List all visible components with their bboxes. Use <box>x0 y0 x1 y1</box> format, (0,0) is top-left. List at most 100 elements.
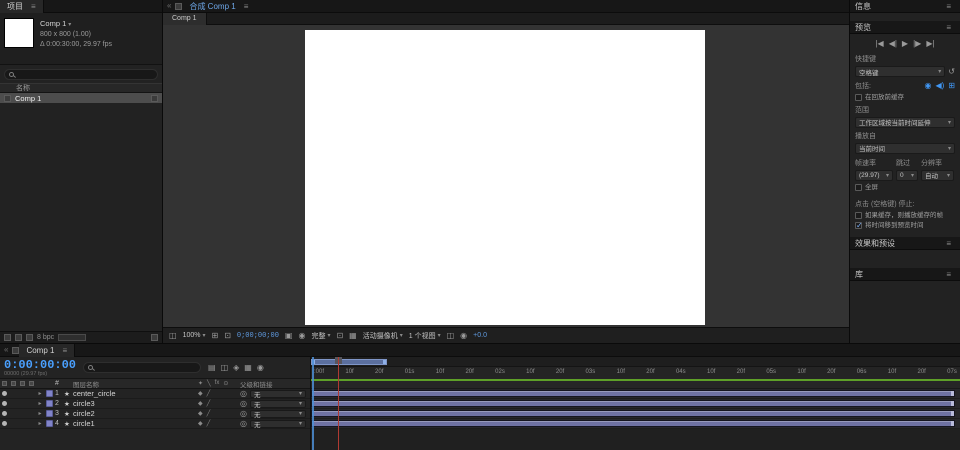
layer-row-center-circle[interactable]: ▸ 1 ★ center_circle ◆ ╱ ◎ 无 ▾ <box>0 389 310 399</box>
layer-bar[interactable] <box>311 400 955 407</box>
project-column-header[interactable]: 名称 <box>0 83 162 93</box>
stop-move-time-checkbox[interactable] <box>855 221 863 230</box>
expander-icon[interactable]: ▸ <box>36 420 44 427</box>
audio-column-icon[interactable] <box>11 381 16 386</box>
include-overlays-icon[interactable]: ⊞ <box>948 82 955 90</box>
project-search-input[interactable] <box>4 69 158 80</box>
pick-whip-icon[interactable]: ◎ <box>240 419 247 428</box>
cache-before-playback-option[interactable]: 在回放前缓存 <box>855 94 955 102</box>
lock-viewer-icon[interactable] <box>175 2 183 10</box>
view-layout-select[interactable]: 1 个视图 ▾ <box>409 331 441 341</box>
layer-row-circle2[interactable]: ▸ 3 ★ circle2 ◆ ╱ ◎ 无 ▾ <box>0 409 310 419</box>
stop-cache-option[interactable]: 如果缓存，则播放缓存的帧 <box>855 211 955 220</box>
solo-column-icon[interactable] <box>20 381 25 386</box>
stop-cache-checkbox[interactable] <box>855 211 862 219</box>
layer-name[interactable]: circle3 <box>73 399 198 408</box>
pick-whip-icon[interactable]: ◎ <box>240 409 247 418</box>
hand-tool-icon[interactable]: ◫ <box>169 331 177 340</box>
parent-select[interactable]: 无 ▾ <box>249 389 306 399</box>
framerate-select[interactable]: (29.97) ▾ <box>855 169 893 181</box>
collapse-toggle[interactable]: ◆ <box>198 410 203 417</box>
work-area-bar[interactable] <box>311 359 387 365</box>
skip-select[interactable]: 0 ▾ <box>896 169 918 181</box>
label-color-chip[interactable] <box>46 420 53 427</box>
reset-shortcut-icon[interactable]: ↺ <box>948 67 955 76</box>
parent-select[interactable]: 无 ▾ <box>249 419 306 429</box>
collapse-toggle[interactable]: ◆ <box>198 390 203 397</box>
pick-whip-icon[interactable]: ◎ <box>240 389 247 398</box>
layer-bar[interactable] <box>311 410 955 417</box>
preview-menu-icon[interactable]: ≡ <box>946 23 951 32</box>
libraries-menu-icon[interactable]: ≡ <box>946 270 951 279</box>
effects-presets-header[interactable]: 效果和预设 ≡ <box>850 237 960 251</box>
play-from-select[interactable]: 当前时间 ▾ <box>855 142 955 154</box>
fullscreen-checkbox[interactable] <box>855 183 862 191</box>
camera-select[interactable]: 活动摄像机 ▾ <box>363 331 403 341</box>
first-frame-button[interactable]: |◀ <box>875 40 883 48</box>
parent-select[interactable]: 无 ▾ <box>249 399 306 409</box>
show-snapshot-icon[interactable]: ◉ <box>298 331 305 340</box>
quality-toggle[interactable]: ╱ <box>207 400 211 407</box>
exposure-value[interactable]: +0.0 <box>473 332 487 339</box>
current-time-display[interactable]: 0:00:00:00 00000 (29.97 fps) <box>4 359 76 377</box>
time-navigator[interactable] <box>311 357 960 367</box>
composition-canvas[interactable] <box>305 30 705 325</box>
region-of-interest-icon[interactable]: ⊡ <box>336 331 343 340</box>
last-frame-button[interactable]: ▶| <box>926 40 934 48</box>
timecode-value[interactable]: 0:00:00:00 <box>4 359 76 371</box>
tab-composition-viewer[interactable]: 合成 Comp 1 ≡ <box>182 0 255 13</box>
quality-toggle[interactable]: ╱ <box>207 390 211 397</box>
timeline-menu-icon[interactable]: ≡ <box>62 346 67 355</box>
parent-select[interactable]: 无 ▾ <box>249 409 306 419</box>
interpret-footage-icon[interactable] <box>4 334 11 341</box>
video-column-icon[interactable] <box>2 381 7 386</box>
collapse-toggle[interactable]: ◆ <box>198 420 203 427</box>
expander-icon[interactable]: ▸ <box>36 410 44 417</box>
layer-row-circle3[interactable]: ▸ 2 ★ circle3 ◆ ╱ ◎ 无 ▾ <box>0 399 310 409</box>
label-color-chip[interactable] <box>46 410 53 417</box>
timeline-tab-comp1[interactable]: Comp 1 ≡ <box>19 344 76 357</box>
fast-previews-icon[interactable]: ◉ <box>460 331 467 340</box>
include-video-icon[interactable]: ◉ <box>924 82 931 90</box>
comp-mini-flowchart-icon[interactable]: ▤ <box>208 363 216 372</box>
hide-shy-layers-icon[interactable]: ◈ <box>233 363 239 372</box>
magnification-select[interactable]: 100% ▾ <box>183 332 206 339</box>
timeline-dock-chevron-icon[interactable]: « <box>4 346 8 354</box>
motion-blur-icon[interactable]: ◉ <box>257 363 264 372</box>
snapshot-icon[interactable]: ▣ <box>285 331 293 340</box>
fullscreen-option[interactable]: 全屏 <box>855 183 955 192</box>
include-audio-icon[interactable]: ◀) <box>935 82 944 90</box>
range-select[interactable]: 工作区域按当前时间延伸 ▾ <box>855 116 955 128</box>
libraries-header[interactable]: 库 ≡ <box>850 268 960 282</box>
lock-column-icon[interactable] <box>29 381 34 386</box>
cache-before-playback-checkbox[interactable] <box>855 94 862 101</box>
frame-blending-icon[interactable]: ▦ <box>244 363 252 372</box>
quality-toggle[interactable]: ╱ <box>207 420 211 427</box>
resolution-select[interactable]: 完整 ▾ <box>311 331 330 341</box>
parent-column-label[interactable]: 父级和链接 <box>240 379 310 389</box>
layer-bar[interactable] <box>311 420 955 427</box>
shortcut-select[interactable]: 空格键 ▾ <box>855 66 946 77</box>
dock-chevron-icon[interactable]: « <box>167 2 171 10</box>
next-frame-button[interactable]: |▶ <box>913 40 921 48</box>
new-folder-icon[interactable] <box>15 334 22 341</box>
info-menu-icon[interactable]: ≡ <box>946 2 951 11</box>
project-item-comp1[interactable]: Comp 1 <box>0 93 162 103</box>
eye-icon[interactable] <box>2 411 7 416</box>
layer-name[interactable]: circle1 <box>73 419 198 428</box>
label-color-chip[interactable] <box>46 390 53 397</box>
pick-whip-icon[interactable]: ◎ <box>240 399 247 408</box>
quality-toggle[interactable]: ╱ <box>207 410 211 417</box>
timeline-search-input[interactable] <box>83 362 202 373</box>
expander-icon[interactable]: ▸ <box>36 390 44 397</box>
viewer-canvas-area[interactable] <box>163 25 849 327</box>
mask-visibility-icon[interactable]: ⊡ <box>224 331 231 340</box>
panel-menu-icon[interactable]: ≡ <box>31 2 36 11</box>
layer-name[interactable]: center_circle <box>73 389 198 398</box>
info-panel-header[interactable]: 信息 ≡ <box>850 0 960 13</box>
eye-icon[interactable] <box>2 401 7 406</box>
layer-name-column-label[interactable]: 图层名称 <box>73 379 198 389</box>
collapse-toggle[interactable]: ◆ <box>198 400 203 407</box>
layer-bar[interactable] <box>311 390 955 397</box>
viewer-menu-icon[interactable]: ≡ <box>244 2 249 11</box>
